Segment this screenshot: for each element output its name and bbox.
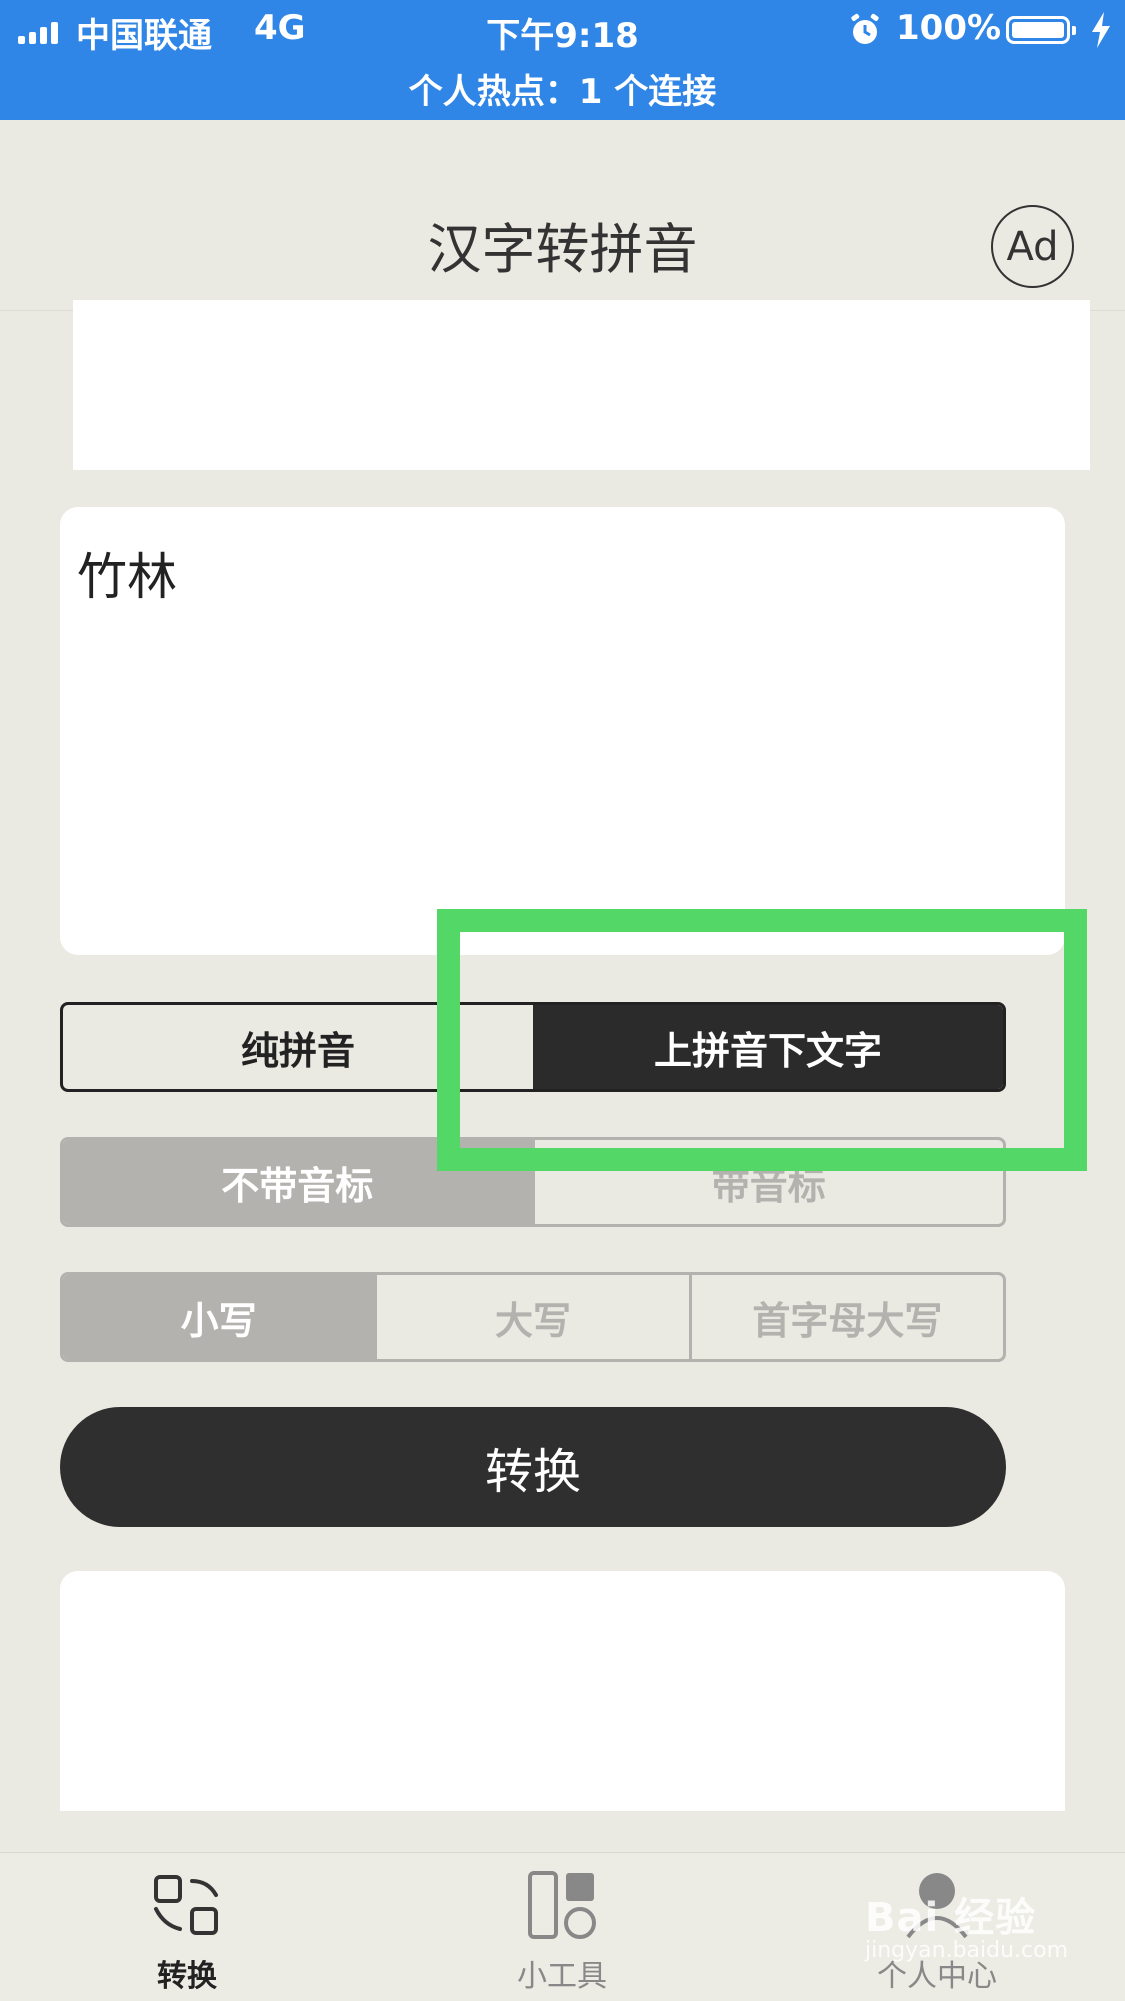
case-option-lower[interactable]: 小写: [63, 1275, 375, 1359]
hanzi-input-text: 竹林: [77, 548, 177, 606]
tab-convert-label: 转换: [157, 1959, 217, 1994]
tab-tools-label: 小工具: [517, 1959, 607, 1994]
tools-icon: [528, 1871, 596, 1939]
baidu-watermark: Bai 经验 jingyan.baidu.com: [860, 1885, 1090, 1975]
case-segmented-control: 小写 大写 首字母大写: [60, 1272, 1006, 1362]
tab-convert[interactable]: 转换: [87, 1869, 287, 1995]
ad-banner[interactable]: [73, 300, 1090, 470]
case-option-capitalize[interactable]: 首字母大写: [688, 1275, 1003, 1359]
watermark-main: Bai 经验: [865, 1895, 1037, 1941]
battery-percent: 100%: [896, 8, 1002, 48]
ad-button[interactable]: Ad: [991, 205, 1074, 288]
status-bar: 中国联通 4G 下午9:18 100% 个人热点：1 个连接: [0, 0, 1125, 120]
charging-icon: [1092, 12, 1110, 48]
tab-tools[interactable]: 小工具: [462, 1869, 662, 1995]
pinyin-output[interactable]: [60, 1571, 1065, 1811]
convert-icon: [154, 1875, 218, 1935]
battery-icon: [1006, 16, 1076, 44]
hotspot-label[interactable]: 个人热点：1 个连接: [0, 64, 1125, 113]
case-option-upper[interactable]: 大写: [374, 1275, 688, 1359]
hanzi-input[interactable]: 竹林: [60, 507, 1065, 955]
watermark-sub: jingyan.baidu.com: [865, 1938, 1069, 1963]
highlight-annotation: [437, 909, 1087, 1171]
convert-button[interactable]: 转换: [60, 1407, 1006, 1527]
page-title: 汉字转拼音: [427, 218, 698, 281]
alarm-icon: [851, 13, 879, 44]
